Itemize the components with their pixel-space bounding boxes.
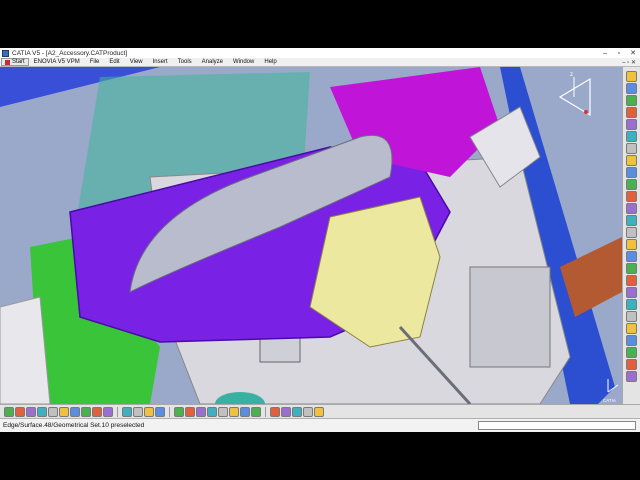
bottom-toolbar	[0, 404, 640, 418]
sectioning-icon[interactable]	[314, 406, 324, 417]
maximize-button[interactable]: ▫	[612, 50, 626, 57]
measure-icon[interactable]	[626, 323, 637, 334]
toolbar-separator	[117, 406, 118, 417]
title-bar: CATIA V5 - [A2_Accessory.CATProduct] – ▫…	[0, 48, 640, 58]
start-menu[interactable]: Start	[1, 58, 29, 66]
status-message: Edge/Surface.48/Geometrical Set.10 prese…	[3, 422, 145, 429]
cut-icon[interactable]	[48, 406, 58, 417]
menu-edit[interactable]: Edit	[104, 59, 124, 65]
undo-icon[interactable]	[81, 406, 91, 417]
save-icon[interactable]	[26, 406, 36, 417]
thread-icon[interactable]	[626, 287, 637, 298]
menu-tools[interactable]: Tools	[173, 59, 197, 65]
toolbar-separator	[169, 406, 170, 417]
analysis-icon[interactable]	[626, 347, 637, 358]
catalog-icon[interactable]	[144, 406, 154, 417]
3d-viewport[interactable]: z CATIA	[0, 67, 622, 404]
print-icon[interactable]	[37, 406, 47, 417]
zoom-out-icon[interactable]	[240, 406, 250, 417]
pan-icon[interactable]	[626, 95, 637, 106]
window-title: CATIA V5 - [A2_Accessory.CATProduct]	[12, 49, 128, 57]
shading-icon[interactable]	[281, 406, 291, 417]
formula-icon[interactable]	[122, 406, 132, 417]
redo-icon[interactable]	[92, 406, 102, 417]
fit-all-icon[interactable]	[196, 406, 206, 417]
menu-bar: Start ENOVIA V5 VPM File Edit View Inser…	[0, 58, 640, 67]
menu-insert[interactable]: Insert	[148, 59, 173, 65]
component-icon[interactable]	[174, 406, 184, 417]
zoom-icon[interactable]	[626, 83, 637, 94]
power-input-field[interactable]	[478, 421, 636, 430]
shell-icon[interactable]	[626, 263, 637, 274]
toolbar-separator	[265, 406, 266, 417]
right-toolbar	[622, 67, 640, 404]
fit-icon[interactable]	[626, 119, 637, 130]
status-bar: Edge/Surface.48/Geometrical Set.10 prese…	[0, 418, 640, 432]
rib-icon[interactable]	[626, 203, 637, 214]
new-icon[interactable]	[4, 406, 14, 417]
open-icon[interactable]	[15, 406, 25, 417]
chamfer-icon[interactable]	[626, 239, 637, 250]
remove-icon[interactable]	[626, 299, 637, 310]
swap-space-icon[interactable]	[303, 406, 313, 417]
measure-item-icon[interactable]	[626, 335, 637, 346]
start-icon	[5, 59, 10, 65]
fly-icon[interactable]	[185, 406, 195, 417]
model-geometry: z CATIA	[0, 67, 622, 404]
catia-window: CATIA V5 - [A2_Accessory.CATProduct] – ▫…	[0, 48, 640, 432]
material-icon[interactable]	[626, 371, 637, 382]
comment-icon[interactable]	[133, 406, 143, 417]
paste-icon[interactable]	[70, 406, 80, 417]
normal-view-icon[interactable]	[251, 406, 261, 417]
shaft-icon[interactable]	[626, 167, 637, 178]
pocket-icon[interactable]	[626, 155, 637, 166]
compass-axis-label: z	[570, 72, 573, 78]
menu-analyze[interactable]: Analyze	[197, 59, 228, 65]
start-label: Start	[12, 59, 25, 65]
zoom-in-icon[interactable]	[229, 406, 239, 417]
close-button[interactable]: ✕	[626, 49, 640, 57]
pad-icon[interactable]	[626, 143, 637, 154]
light-icon[interactable]	[626, 359, 637, 370]
iso-view-icon[interactable]	[270, 406, 280, 417]
groove-icon[interactable]	[626, 179, 637, 190]
whats-this-icon[interactable]	[103, 406, 113, 417]
grey-motor-housing	[469, 266, 551, 368]
document-window-controls[interactable]: – ▫ ✕	[622, 59, 640, 66]
rotate-view-icon[interactable]	[218, 406, 228, 417]
catia-app-icon	[2, 49, 9, 57]
product-icon[interactable]	[155, 406, 165, 417]
hole-icon[interactable]	[626, 191, 637, 202]
sketch-icon[interactable]	[626, 131, 637, 142]
thickness-icon[interactable]	[626, 275, 637, 286]
select-icon[interactable]	[626, 71, 637, 82]
menu-window[interactable]: Window	[228, 59, 259, 65]
hide-show-icon[interactable]	[292, 406, 302, 417]
fillet-icon[interactable]	[626, 227, 637, 238]
slot-icon[interactable]	[626, 215, 637, 226]
draft-icon[interactable]	[626, 251, 637, 262]
copy-icon[interactable]	[59, 406, 69, 417]
minimize-button[interactable]: –	[598, 50, 612, 57]
rotate-icon[interactable]	[626, 107, 637, 118]
replace-icon[interactable]	[626, 311, 637, 322]
pan-view-icon[interactable]	[207, 406, 217, 417]
menu-view[interactable]: View	[125, 59, 148, 65]
catia-logo: CATIA	[603, 398, 616, 403]
menu-file[interactable]: File	[85, 59, 105, 65]
menu-help[interactable]: Help	[259, 59, 281, 65]
menu-enovia[interactable]: ENOVIA V5 VPM	[29, 59, 85, 65]
